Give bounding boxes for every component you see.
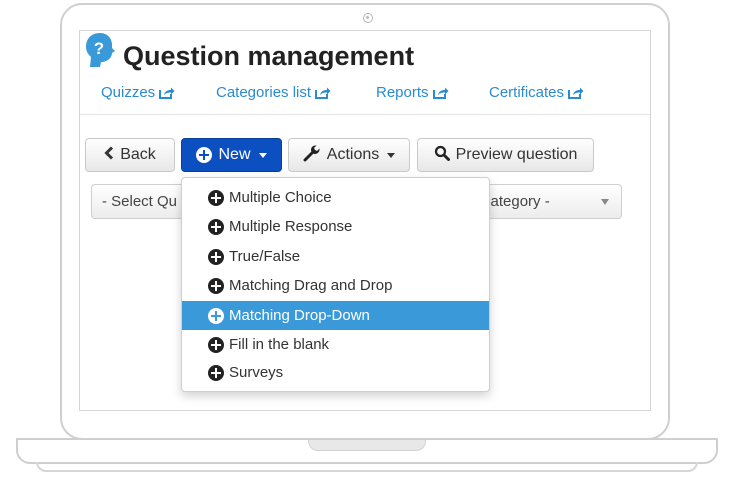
- camera-icon: [363, 13, 373, 23]
- menu-item-label: True/False: [229, 248, 301, 265]
- menu-item-label: Fill in the blank: [229, 336, 330, 353]
- plus-circle-icon: [196, 147, 213, 163]
- menu-item-label: Matching Drop-Down: [229, 307, 370, 324]
- nav-label: Certificates: [489, 84, 565, 101]
- menu-item-true-false[interactable]: True/False: [182, 242, 489, 271]
- external-link-icon: [315, 86, 331, 99]
- new-button[interactable]: New: [181, 138, 282, 172]
- caret-down-icon: [387, 152, 396, 158]
- menu-item-fill-in-blank[interactable]: Fill in the blank: [182, 330, 489, 359]
- actions-button[interactable]: Actions: [288, 138, 410, 172]
- menu-item-label: Multiple Choice: [229, 189, 332, 206]
- caret-down-icon: [258, 152, 267, 158]
- preview-question-button[interactable]: Preview question: [417, 138, 594, 172]
- menu-item-label: Multiple Response: [229, 218, 353, 235]
- plus-circle-icon: [208, 307, 224, 324]
- plus-circle-icon: [208, 248, 224, 265]
- menu-item-multiple-choice[interactable]: Multiple Choice: [182, 183, 489, 212]
- category-select-value: category -: [483, 193, 550, 210]
- laptop-notch: [308, 440, 426, 451]
- header-divider: [80, 114, 650, 115]
- nav-label: Categories list: [216, 84, 312, 101]
- svg-text:?: ?: [94, 39, 104, 58]
- external-link-icon: [159, 86, 175, 99]
- preview-label: Preview question: [455, 146, 578, 163]
- question-head-icon: ?: [85, 31, 121, 78]
- nav-link-reports[interactable]: Reports: [376, 84, 449, 101]
- menu-item-surveys[interactable]: Surveys: [182, 358, 489, 387]
- select-arrow-icon: [601, 199, 609, 205]
- external-link-icon: [568, 86, 584, 99]
- actions-label: Actions: [326, 146, 380, 163]
- laptop-foot: [36, 462, 698, 472]
- external-link-icon: [432, 86, 449, 99]
- menu-item-matching-drop-down[interactable]: Matching Drop-Down: [182, 301, 489, 330]
- menu-item-label: Matching Drag and Drop: [229, 277, 393, 294]
- back-button[interactable]: Back: [85, 138, 175, 172]
- plus-circle-icon: [208, 336, 224, 353]
- new-label: New: [218, 146, 251, 163]
- nav-label: Quizzes: [101, 84, 156, 101]
- wrench-icon: [303, 144, 321, 167]
- new-question-menu: Multiple Choice Multiple Response True/F…: [181, 177, 490, 392]
- menu-item-label: Surveys: [229, 364, 284, 381]
- nav-link-certificates[interactable]: Certificates: [489, 84, 584, 101]
- plus-circle-icon: [208, 364, 224, 381]
- plus-circle-icon: [208, 218, 224, 235]
- nav-label: Reports: [376, 84, 429, 101]
- quiz-select-value: - Select Qu: [102, 193, 178, 210]
- search-icon: [434, 145, 450, 166]
- menu-item-matching-drag-drop[interactable]: Matching Drag and Drop: [182, 271, 489, 300]
- nav-link-categories[interactable]: Categories list: [216, 84, 331, 101]
- menu-item-multiple-response[interactable]: Multiple Response: [182, 212, 489, 241]
- nav-link-quizzes[interactable]: Quizzes: [101, 84, 175, 101]
- plus-circle-icon: [208, 277, 224, 294]
- page-title: Question management: [123, 41, 415, 71]
- plus-circle-icon: [208, 189, 224, 206]
- back-label: Back: [120, 146, 156, 163]
- chevron-left-icon: [104, 145, 114, 165]
